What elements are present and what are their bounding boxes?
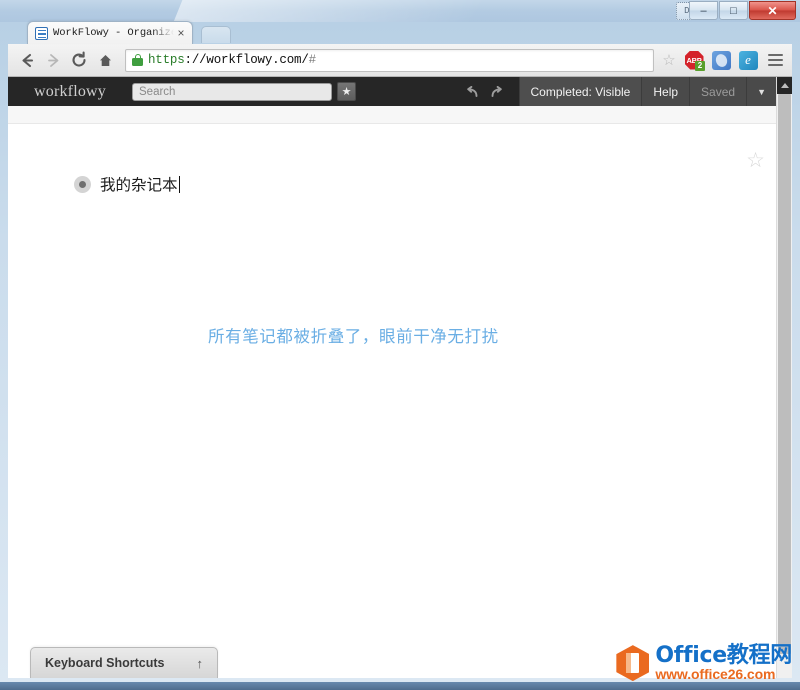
abp-badge-count: 2	[695, 61, 705, 71]
keyboard-shortcuts-button[interactable]: Keyboard Shortcuts ↑	[30, 647, 218, 678]
saved-status: Saved	[689, 77, 747, 106]
evernote-glyph: e	[738, 50, 758, 70]
url-host-path: ://workflowy.com/	[184, 53, 309, 67]
outline-canvas[interactable]: ☆ 我的杂记本 所有笔记都被折叠了，眼前干净无打扰 Keyboard Short…	[8, 124, 792, 678]
scroll-up-button[interactable]	[777, 77, 792, 94]
blue-circle-extension-icon[interactable]	[709, 48, 733, 72]
watermark-title: Office教程网	[655, 643, 792, 669]
close-tab-icon[interactable]: ×	[174, 27, 188, 39]
list-item[interactable]: 我的杂记本	[74, 173, 180, 195]
maximize-button[interactable]: □	[719, 1, 748, 20]
search-star-button[interactable]: ★	[337, 82, 357, 101]
workflowy-favicon-icon	[35, 26, 48, 40]
watermark: Office教程网 www.office26.com	[616, 644, 792, 682]
chrome-menu-icon[interactable]	[764, 48, 786, 72]
workflowy-header: workflowy ★ Completed: Visible Help Save…	[8, 77, 792, 106]
window-controls: – □ ✕	[688, 1, 796, 20]
new-tab-button[interactable]	[201, 26, 231, 43]
page-viewport: workflowy ★ Completed: Visible Help Save…	[8, 77, 792, 678]
keyboard-shortcuts-label: Keyboard Shortcuts	[45, 656, 165, 670]
header-actions: Completed: Visible Help Saved ▼	[450, 77, 792, 106]
browser-tab[interactable]: WorkFlowy - Organize yo ×	[27, 21, 193, 44]
up-arrow-icon: ↑	[196, 655, 204, 671]
evernote-extension-icon[interactable]: e	[736, 48, 760, 72]
watermark-url: www.office26.com	[655, 666, 776, 683]
back-icon[interactable]	[14, 47, 40, 73]
account-menu-caret-icon[interactable]: ▼	[746, 77, 776, 106]
home-icon[interactable]	[92, 47, 118, 73]
undo-icon[interactable]	[464, 85, 479, 98]
desktop-taskbar	[0, 682, 800, 690]
tab-title: WorkFlowy - Organize yo	[53, 27, 174, 39]
workflowy-logo[interactable]: workflowy	[34, 83, 106, 101]
help-button[interactable]: Help	[641, 77, 690, 106]
forward-icon[interactable]	[40, 47, 66, 73]
undo-redo-group	[450, 77, 519, 106]
close-window-button[interactable]: ✕	[749, 1, 796, 20]
url-fragment: #	[308, 53, 317, 67]
annotation-text: 所有笔记都被折叠了，眼前干净无打扰	[208, 327, 499, 346]
scrollbar-thumb[interactable]	[778, 94, 791, 654]
completed-visible-button[interactable]: Completed: Visible	[518, 77, 642, 106]
secure-lock-icon	[132, 54, 143, 66]
minimize-button[interactable]: –	[689, 1, 718, 20]
collapsed-bullet-icon[interactable]	[74, 175, 91, 193]
url-text: https://workflowy.com/#	[148, 53, 316, 67]
redo-icon[interactable]	[490, 85, 505, 98]
browser-toolbar: https://workflowy.com/# ☆ ABP 2 e	[8, 44, 792, 77]
breadcrumb	[8, 106, 792, 124]
list-item-text: 我的杂记本	[100, 176, 178, 194]
list-item-label[interactable]: 我的杂记本	[100, 173, 180, 195]
reload-icon[interactable]	[66, 47, 92, 73]
adblock-plus-icon[interactable]: ABP 2	[682, 48, 706, 72]
favorite-star-icon[interactable]: ☆	[746, 150, 765, 171]
page-scrollbar[interactable]	[776, 77, 792, 678]
url-scheme: https	[148, 53, 185, 67]
search-input[interactable]	[132, 82, 333, 101]
text-caret	[178, 176, 180, 193]
bookmark-star-icon[interactable]: ☆	[659, 50, 679, 70]
office-logo-icon	[616, 645, 650, 682]
address-bar[interactable]: https://workflowy.com/#	[125, 48, 654, 72]
browser-window: WorkFlowy - Organize yo × Di – □ ✕ https…	[0, 0, 800, 690]
